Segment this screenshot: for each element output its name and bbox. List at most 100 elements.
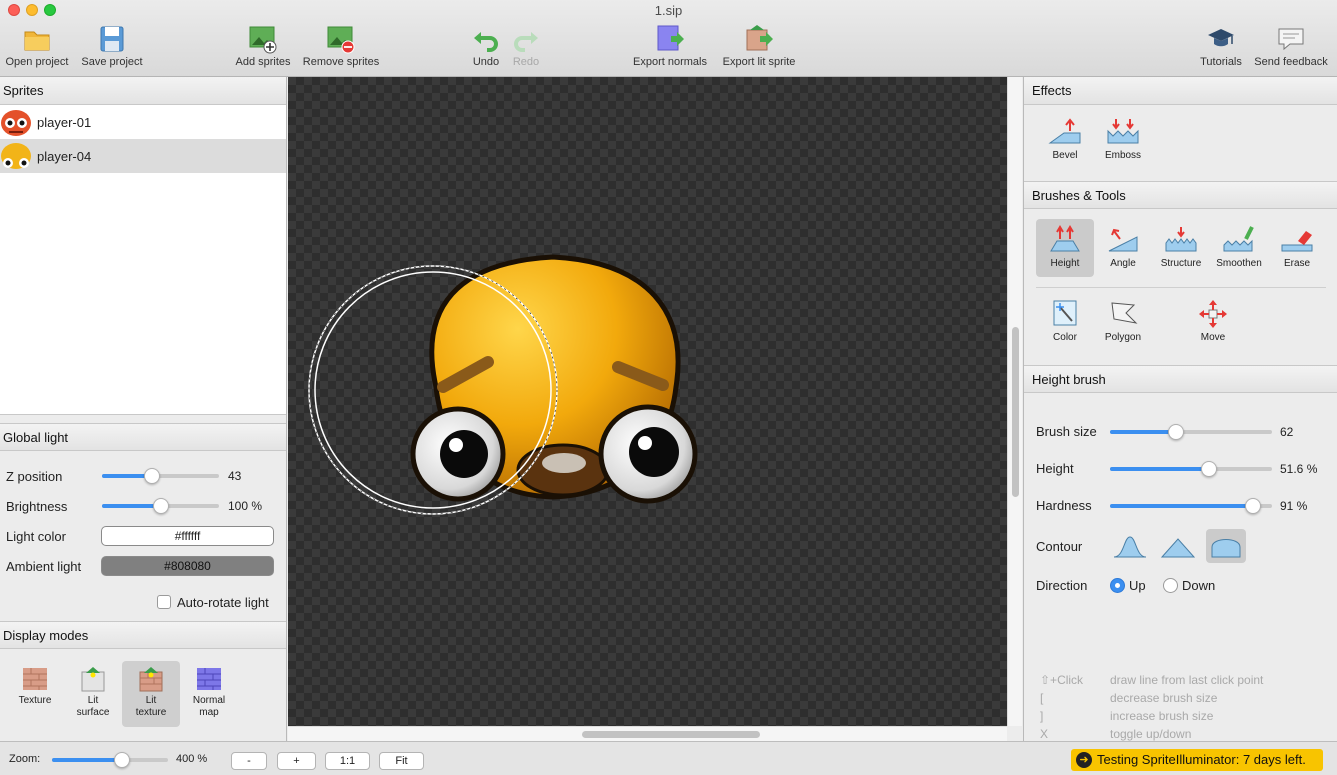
bell-contour-icon (1113, 536, 1147, 558)
height-brush-header: Height brush (1024, 365, 1337, 393)
toolbar: 1.sip Open project Save project Add spri… (0, 0, 1337, 77)
zoom-slider[interactable] (52, 752, 168, 768)
zoom-label: Zoom: (9, 753, 41, 765)
slider-knob[interactable] (113, 752, 130, 768)
light-color-well[interactable]: #ffffff (101, 526, 274, 546)
radio-button[interactable] (1110, 578, 1125, 593)
contour-option-bell[interactable] (1110, 529, 1150, 563)
zoom-in-button[interactable]: + (277, 752, 316, 770)
zoom-actual-size-button[interactable]: 1:1 (325, 752, 370, 770)
tools-divider (1036, 287, 1326, 288)
sprite-preview (308, 254, 698, 515)
direction-down-radio[interactable]: Down (1163, 578, 1215, 593)
graduation-cap-icon (1208, 29, 1234, 47)
sprite-thumbnail-icon (1, 110, 31, 136)
ambient-light-color-well[interactable]: #808080 (101, 556, 274, 576)
sprite-list[interactable]: player-01 player-04 (0, 105, 286, 415)
contour-option-dome[interactable] (1206, 529, 1246, 563)
height-brush-section: Brush size 62 Height 51.6 % Hardness 91 … (1024, 393, 1337, 775)
send-feedback-button[interactable]: Send feedback (1250, 24, 1332, 68)
magic-wand-icon (1053, 300, 1077, 326)
brushes-tools-header: Brushes & Tools (1024, 181, 1337, 209)
slider-knob[interactable] (1168, 424, 1185, 440)
height-value: 51.6 % (1280, 462, 1318, 476)
height-slider[interactable] (1110, 461, 1272, 477)
smoothen-brush-button[interactable]: Smoothen (1210, 219, 1268, 277)
display-mode-lit-texture[interactable]: Lit texture (122, 661, 180, 727)
open-project-button[interactable]: Open project (2, 24, 72, 68)
canvas-horizontal-scrollbar[interactable] (288, 726, 1007, 741)
slider-knob[interactable] (152, 498, 169, 514)
height-brush-button[interactable]: Height (1036, 219, 1094, 277)
sprite-item-player-04[interactable]: player-04 (0, 139, 286, 173)
hardness-slider[interactable] (1110, 498, 1272, 514)
effects-header: Effects (1024, 77, 1337, 105)
erase-brush-button[interactable]: Erase (1268, 219, 1326, 277)
trial-notice-button[interactable]: ➜ Testing SpriteIlluminator: 7 days left… (1071, 749, 1323, 771)
slider-knob[interactable] (144, 468, 161, 484)
z-position-row: Z position 43 (6, 468, 242, 484)
move-tool-button[interactable]: Move (1184, 293, 1242, 351)
tutorials-button[interactable]: Tutorials (1196, 24, 1246, 68)
hardness-value: 91 % (1280, 499, 1308, 513)
direction-up-radio[interactable]: Up (1110, 578, 1146, 593)
zoom-out-button[interactable]: - (231, 752, 267, 770)
sprites-header: Sprites (0, 77, 286, 105)
redo-button[interactable]: Redo (506, 24, 546, 68)
triangle-contour-icon (1160, 538, 1196, 558)
radio-button[interactable] (1163, 578, 1178, 593)
slider-knob[interactable] (1200, 461, 1217, 477)
export-lit-sprite-icon (746, 25, 773, 51)
effects-section: Bevel Emboss (1024, 105, 1337, 181)
save-project-button[interactable]: Save project (77, 24, 147, 68)
auto-rotate-row: Auto-rotate light (0, 581, 286, 621)
bevel-effect-button[interactable]: Bevel (1036, 111, 1094, 169)
brushes-tools-section: Height Angle Structure Smoothen Erase Co… (1024, 209, 1337, 365)
brightness-value: 100 % (228, 499, 263, 513)
export-normals-button[interactable]: Export normals (629, 24, 711, 68)
zoom-fit-button[interactable]: Fit (379, 752, 424, 770)
height-brush-icon (1050, 225, 1080, 252)
scrollbar-thumb[interactable] (1012, 327, 1019, 497)
floppy-disk-icon (100, 26, 124, 52)
display-mode-normal-map[interactable]: Normal map (180, 661, 238, 727)
brightness-slider[interactable] (102, 498, 219, 514)
sprite-canvas[interactable] (288, 77, 1007, 726)
remove-sprites-button[interactable]: Remove sprites (299, 24, 383, 68)
undo-button[interactable]: Undo (466, 24, 506, 68)
bevel-icon (1048, 118, 1081, 144)
sprite-thumbnail-icon (1, 143, 31, 169)
add-sprites-button[interactable]: Add sprites (229, 24, 297, 68)
color-tool-button[interactable]: Color (1036, 293, 1094, 351)
light-color-row: Light color #ffffff (0, 521, 286, 551)
export-normals-icon (657, 25, 684, 51)
display-mode-texture[interactable]: Texture (6, 661, 64, 727)
display-modes-header: Display modes (0, 621, 286, 649)
global-light-header: Global light (0, 423, 286, 451)
left-panel: Sprites player-01 player-04 Global light… (0, 77, 287, 741)
normal-map-icon (197, 668, 221, 690)
remove-image-icon (327, 26, 355, 54)
auto-rotate-checkbox[interactable]: Auto-rotate light (157, 595, 269, 610)
structure-brush-button[interactable]: Structure (1152, 219, 1210, 277)
scrollbar-thumb[interactable] (582, 731, 760, 738)
canvas-vertical-scrollbar[interactable] (1007, 77, 1022, 726)
move-arrows-icon (1199, 300, 1227, 328)
emboss-effect-button[interactable]: Emboss (1094, 111, 1152, 169)
slider-knob[interactable] (1244, 498, 1261, 514)
emboss-icon (1107, 119, 1139, 144)
angle-brush-icon (1108, 228, 1138, 252)
angle-brush-button[interactable]: Angle (1094, 219, 1152, 277)
display-mode-lit-surface[interactable]: Lit surface (64, 661, 122, 727)
z-position-slider[interactable] (102, 468, 219, 484)
sprite-item-label: player-04 (37, 148, 92, 164)
brush-size-slider[interactable] (1110, 424, 1272, 440)
direction-row: Direction Up Down (1036, 578, 1216, 593)
right-panel: Effects Bevel Emboss Brushes & Tools Hei… (1023, 77, 1337, 741)
sprite-item-player-01[interactable]: player-01 (0, 105, 286, 139)
contour-option-triangle[interactable] (1158, 529, 1198, 563)
export-lit-sprite-button[interactable]: Export lit sprite (716, 24, 802, 68)
checkbox-box[interactable] (157, 595, 171, 609)
polygon-tool-button[interactable]: Polygon (1094, 293, 1152, 351)
contour-row: Contour (1024, 529, 1337, 565)
